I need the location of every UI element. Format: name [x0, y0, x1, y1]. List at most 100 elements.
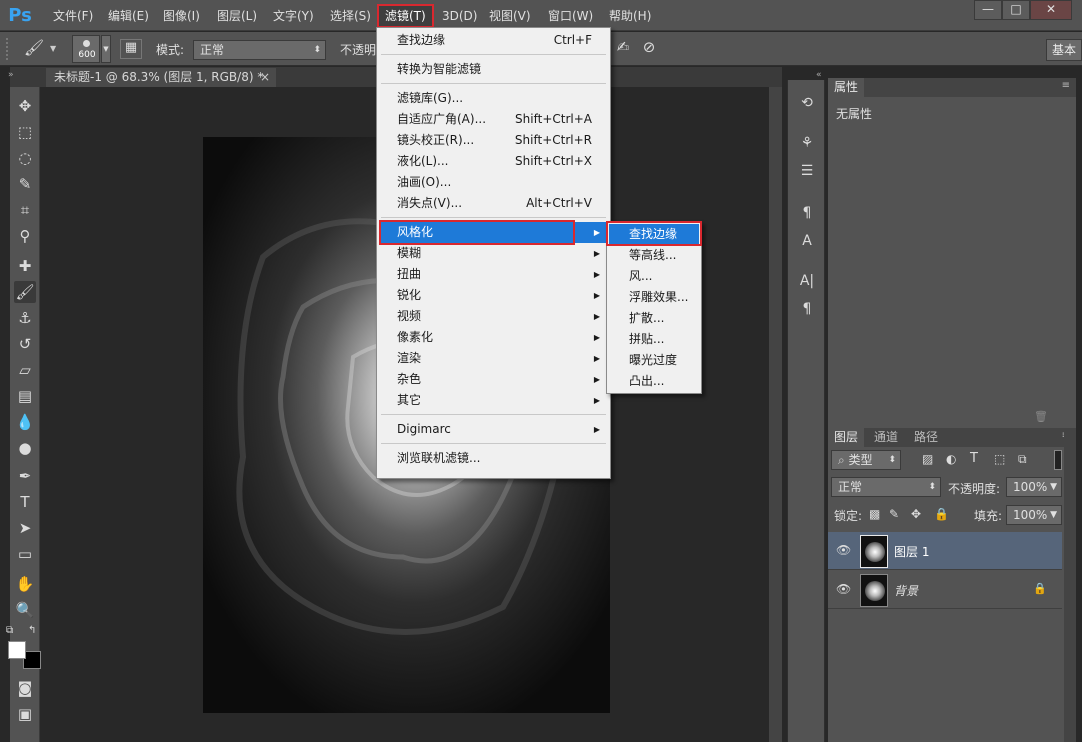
quick-select-tool-icon[interactable]: ✎: [14, 173, 36, 195]
restore-button[interactable]: □: [1002, 0, 1030, 20]
filter-menu-item[interactable]: 消失点(V)... Alt+Ctrl+V: [379, 193, 608, 214]
paragraph-panel-icon[interactable]: ¶: [797, 299, 817, 319]
filter-menu-item[interactable]: 自适应广角(A)... Shift+Ctrl+A: [379, 109, 608, 130]
layer-filter-kind-select[interactable]: ⌕ 类型 ⬍: [831, 450, 901, 470]
adjustments-panel-icon[interactable]: ☰: [797, 161, 817, 181]
collapse-dock-icon[interactable]: «: [816, 70, 822, 80]
layer-name[interactable]: 图层 1: [894, 543, 929, 560]
brush-tool-icon[interactable]: 🖌: [14, 281, 36, 303]
visibility-eye-icon[interactable]: 👁: [836, 582, 851, 596]
filter-adjustment-icon[interactable]: ◐: [946, 452, 956, 466]
tab-channels[interactable]: 通道: [868, 428, 904, 447]
menu-type[interactable]: 文字(Y): [271, 6, 316, 26]
tab-properties[interactable]: 属性: [828, 78, 865, 97]
clone-stamp-tool-icon[interactable]: ⚓: [14, 307, 36, 329]
shape-tool-icon[interactable]: ▭: [14, 543, 36, 565]
filter-pixel-icon[interactable]: ▨: [922, 452, 933, 466]
stylize-menu-item[interactable]: 浮雕效果...: [609, 287, 699, 308]
visibility-eye-icon[interactable]: 👁: [836, 543, 851, 557]
zoom-tool-icon[interactable]: 🔍: [14, 599, 36, 621]
menu-select[interactable]: 选择(S): [328, 6, 373, 26]
blur-tool-icon[interactable]: 💧: [14, 411, 36, 433]
tab-layers[interactable]: 图层: [828, 428, 865, 447]
healing-brush-tool-icon[interactable]: ✚: [14, 255, 36, 277]
stylize-menu-item[interactable]: 拼贴...: [609, 329, 699, 350]
layer-name[interactable]: 背景: [894, 582, 918, 599]
filter-menu-item[interactable]: 转换为智能滤镜: [379, 59, 608, 80]
filter-menu-item[interactable]: 锐化 ▶: [379, 285, 608, 306]
hand-tool-icon[interactable]: ✋: [14, 573, 36, 595]
chevron-down-icon[interactable]: ▼: [50, 44, 56, 53]
history-panel-icon[interactable]: ⟲: [797, 93, 817, 113]
brush-preset-picker[interactable]: 600: [72, 35, 100, 63]
menu-view[interactable]: 视图(V): [487, 6, 533, 26]
character-panel-icon[interactable]: A|: [797, 271, 817, 291]
foreground-color-swatch[interactable]: [8, 641, 26, 659]
menu-image[interactable]: 图像(I): [161, 6, 202, 26]
quick-mask-icon[interactable]: ◙: [14, 677, 36, 699]
filter-menu-item[interactable]: 镜头校正(R)... Shift+Ctrl+R: [379, 130, 608, 151]
menu-file[interactable]: 文件(F): [51, 6, 95, 26]
menu-window[interactable]: 窗口(W): [546, 6, 595, 26]
lock-image-icon[interactable]: ✎: [889, 507, 899, 521]
close-button[interactable]: ✕: [1030, 0, 1072, 20]
menu-3d[interactable]: 3D(D): [440, 6, 479, 26]
gradient-tool-icon[interactable]: ▤: [14, 385, 36, 407]
document-tab[interactable]: 未标题-1 @ 68.3% (图层 1, RGB/8) * ×: [46, 68, 276, 87]
crop-tool-icon[interactable]: ⌗: [14, 199, 36, 221]
filter-smart-object-icon[interactable]: ⧉: [1018, 452, 1027, 467]
minimize-button[interactable]: —: [974, 0, 1002, 20]
filter-menu-item[interactable]: 浏览联机滤镜...: [379, 448, 608, 469]
menu-edit[interactable]: 编辑(E): [106, 6, 151, 26]
dodge-tool-icon[interactable]: ●: [14, 437, 36, 459]
type-tool-icon[interactable]: T: [14, 491, 36, 513]
stylize-menu-item[interactable]: 等高线...: [609, 245, 699, 266]
brush-presets-panel-icon[interactable]: ⚘: [797, 133, 817, 153]
mode-select[interactable]: 正常 ⬍: [193, 40, 326, 60]
move-tool-icon[interactable]: ✥: [14, 95, 36, 117]
filter-type-icon[interactable]: T: [970, 451, 978, 466]
eyedropper-tool-icon[interactable]: ⚲: [14, 225, 36, 247]
filter-menu-item[interactable]: 视频 ▶: [379, 306, 608, 327]
screen-mode-icon[interactable]: ▣: [14, 703, 36, 725]
brush-panel-toggle-icon[interactable]: ▦: [120, 39, 142, 59]
pen-tool-icon[interactable]: ✒: [14, 465, 36, 487]
default-colors-icon[interactable]: ⧉: [6, 625, 13, 636]
lock-transparent-icon[interactable]: ▩: [869, 507, 880, 521]
filter-menu-item[interactable]: 其它 ▶: [379, 390, 608, 411]
trash-icon[interactable]: 🗑: [1034, 410, 1048, 423]
filter-menu-item[interactable]: 液化(L)... Shift+Ctrl+X: [379, 151, 608, 172]
stylize-menu-item[interactable]: 扩散...: [609, 308, 699, 329]
tab-paths[interactable]: 路径: [908, 428, 944, 447]
brush-icon[interactable]: 🖌: [22, 38, 46, 60]
swap-colors-icon[interactable]: ↰: [28, 625, 36, 636]
filter-menu-item[interactable]: 查找边缘 Ctrl+F: [379, 30, 608, 51]
stylize-menu-item[interactable]: 曝光过度: [609, 350, 699, 371]
blend-mode-select[interactable]: 正常 ⬍: [831, 477, 941, 497]
layer-opacity-input[interactable]: 100% ▼: [1006, 477, 1062, 497]
layers-scrollbar[interactable]: [1064, 430, 1076, 742]
filter-menu-item[interactable]: 渲染 ▶: [379, 348, 608, 369]
filter-menu-item[interactable]: 滤镜库(G)...: [379, 88, 608, 109]
panel-menu-icon[interactable]: ≡: [1062, 80, 1070, 91]
filter-menu-item[interactable]: 模糊 ▶: [379, 243, 608, 264]
layer-row[interactable]: 👁 图层 1: [828, 532, 1062, 570]
character-styles-panel-icon[interactable]: A: [797, 231, 817, 251]
stylize-menu-item[interactable]: 风...: [609, 266, 699, 287]
filter-toggle-switch[interactable]: [1054, 450, 1062, 470]
filter-shape-icon[interactable]: ⬚: [994, 452, 1005, 466]
grip-handle[interactable]: [6, 38, 10, 60]
airbrush-icon[interactable]: ✍: [612, 38, 634, 60]
filter-menu-item[interactable]: 扭曲 ▶: [379, 264, 608, 285]
layer-row[interactable]: 👁 背景 🔒: [828, 571, 1062, 609]
history-brush-tool-icon[interactable]: ↺: [14, 333, 36, 355]
paragraph-styles-panel-icon[interactable]: ¶: [797, 203, 817, 223]
pressure-size-icon[interactable]: ⊘: [638, 38, 660, 60]
marquee-tool-icon[interactable]: ⬚: [14, 121, 36, 143]
eraser-tool-icon[interactable]: ▱: [14, 359, 36, 381]
stylize-menu-item[interactable]: 凸出...: [609, 371, 699, 392]
filter-menu-item[interactable]: 杂色 ▶: [379, 369, 608, 390]
menu-help[interactable]: 帮助(H): [607, 6, 653, 26]
menu-layer[interactable]: 图层(L): [215, 6, 259, 26]
lock-all-icon[interactable]: 🔒: [934, 507, 949, 521]
